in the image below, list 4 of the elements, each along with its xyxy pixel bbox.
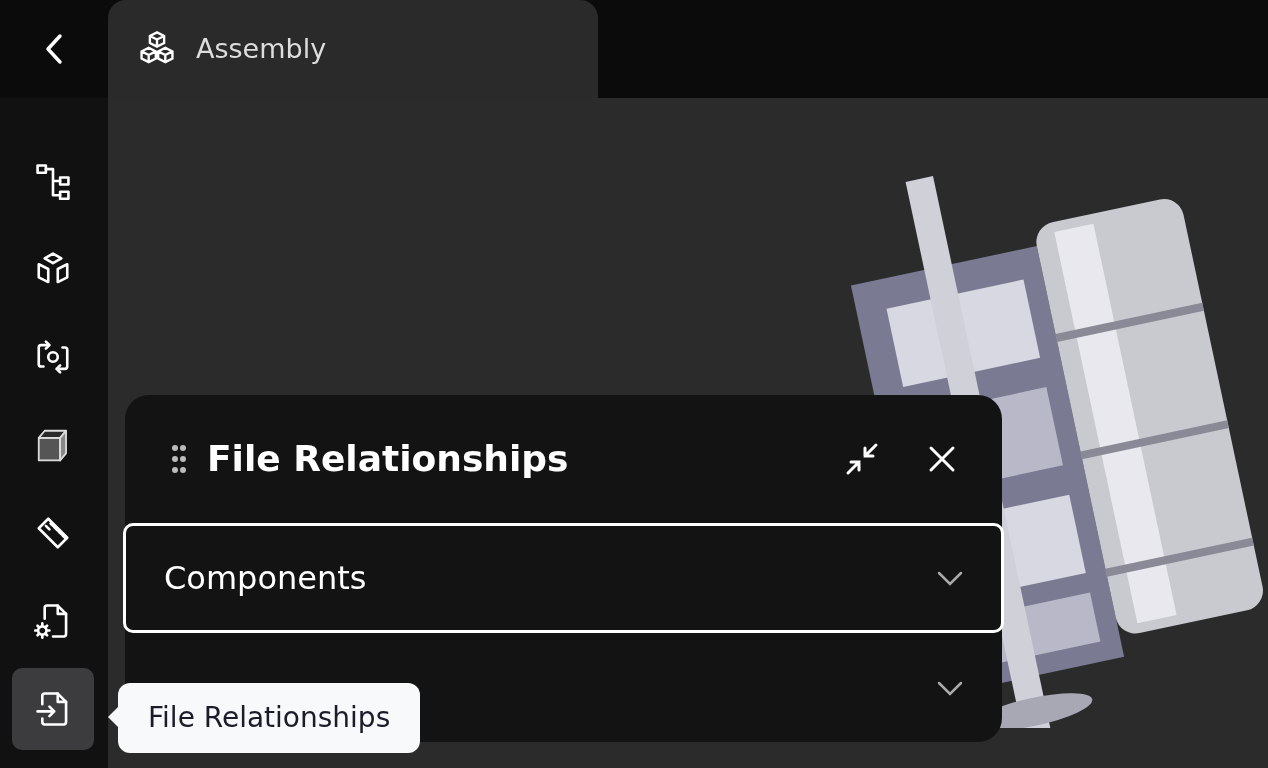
tab-title: Assembly (196, 31, 327, 66)
panel-title: File Relationships (207, 437, 570, 481)
tooltip: File Relationships (118, 683, 421, 753)
section-title: Components (164, 558, 367, 599)
